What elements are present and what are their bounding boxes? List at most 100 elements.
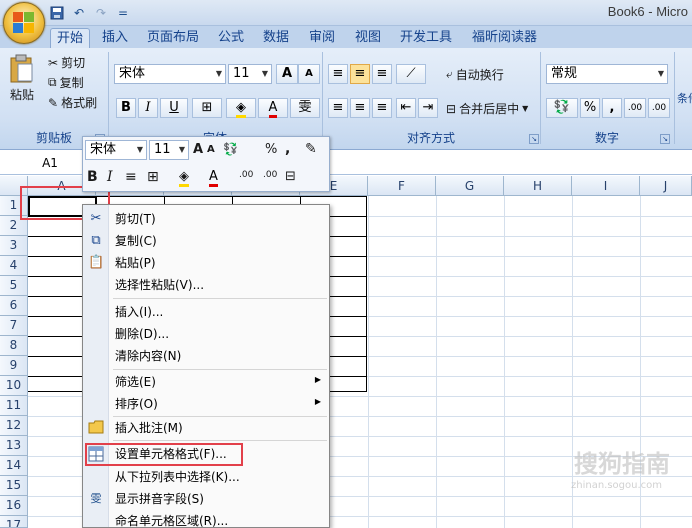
number-format-combo[interactable]: 常规 ▼ [546, 64, 668, 84]
decrease-indent-button[interactable]: ⇤ [396, 98, 416, 118]
row-header[interactable]: 15 [0, 476, 28, 496]
merge-center-button[interactable]: ⊟ 合并后居中 ▼ [446, 100, 528, 117]
align-left-button[interactable]: ≡ [328, 98, 348, 118]
column-header[interactable]: F [368, 176, 436, 196]
row-header[interactable]: 9 [0, 356, 28, 376]
align-right-button[interactable]: ≡ [372, 98, 392, 118]
tab-page-layout[interactable]: 页面布局 [141, 28, 205, 48]
row-header[interactable]: 16 [0, 496, 28, 516]
mini-currency-button[interactable]: 💱 [223, 142, 238, 156]
borders-button[interactable]: ⊞ [192, 98, 222, 118]
column-header[interactable]: I [572, 176, 640, 196]
currency-format-button[interactable]: 💱 [546, 98, 578, 118]
undo-icon[interactable]: ↶ [70, 4, 88, 22]
wrap-text-button[interactable]: ⤶ 自动换行 [446, 66, 504, 83]
tab-review[interactable]: 审阅 [303, 28, 341, 48]
tab-home[interactable]: 开始 [50, 28, 91, 48]
increase-decimal-button[interactable]: .00 [624, 98, 646, 118]
menu-item-sort[interactable]: 排序(O) ▶ [83, 393, 329, 415]
orientation-button[interactable]: ⟋ [396, 64, 426, 84]
format-painter-button[interactable]: ✎ 格式刷 [48, 94, 97, 111]
column-header[interactable]: J [640, 176, 692, 196]
comment-icon [88, 420, 104, 436]
percent-style-button[interactable]: % [580, 98, 600, 118]
increase-indent-button[interactable]: ⇥ [418, 98, 438, 118]
column-header[interactable]: G [436, 176, 504, 196]
menu-item-cut[interactable]: ✂ 剪切(T) [83, 208, 329, 230]
font-color-button[interactable]: A [258, 98, 288, 118]
mini-font-color-button[interactable]: A [209, 169, 218, 187]
menu-item-delete[interactable]: 删除(D)... [83, 323, 329, 345]
column-header[interactable]: H [504, 176, 572, 196]
decrease-decimal-button[interactable]: .00 [648, 98, 670, 118]
row-header[interactable]: 4 [0, 256, 28, 276]
tab-insert[interactable]: 插入 [96, 28, 134, 48]
conditional-format-button[interactable]: 条件 [677, 90, 692, 106]
row-header[interactable]: 14 [0, 456, 28, 476]
mini-percent-button[interactable]: % [265, 142, 277, 157]
copy-button[interactable]: ⧉ 复制 [48, 74, 84, 91]
paste-button[interactable]: 粘贴 [6, 54, 38, 103]
row-header[interactable]: 13 [0, 436, 28, 456]
mini-comma-button[interactable]: , [285, 141, 290, 157]
redo-icon[interactable]: ↷ [92, 4, 110, 22]
save-icon[interactable] [48, 4, 66, 22]
row-header[interactable]: 10 [0, 376, 28, 396]
row-header[interactable]: 17 [0, 516, 28, 528]
mini-shrink-font-button[interactable]: A [207, 144, 215, 155]
comma-style-button[interactable]: , [602, 98, 622, 118]
menu-item-filter[interactable]: 筛选(E) ▶ [83, 371, 329, 393]
mini-merge-button[interactable]: ⊟ [285, 169, 296, 184]
shrink-font-button[interactable]: A [298, 64, 320, 84]
align-middle-button[interactable]: ≡ [350, 64, 370, 84]
row-header[interactable]: 6 [0, 296, 28, 316]
bold-button[interactable]: B [116, 98, 136, 118]
cut-button[interactable]: ✂ 剪切 [48, 54, 85, 71]
row-header[interactable]: 11 [0, 396, 28, 416]
mini-font-combo[interactable]: 宋体 ▼ [85, 140, 147, 160]
menu-item-paste[interactable]: 📋 粘贴(P) [83, 252, 329, 274]
mini-format-painter-button[interactable]: ✎ [305, 141, 317, 157]
office-button[interactable] [3, 2, 45, 44]
tab-view[interactable]: 视图 [349, 28, 387, 48]
menu-item-pick-from-list[interactable]: 从下拉列表中选择(K)... [83, 466, 329, 488]
mini-decrease-decimal-button[interactable]: .00 [263, 170, 277, 180]
number-launcher-icon[interactable]: ↘ [660, 134, 670, 144]
mini-bold-button[interactable]: B [87, 169, 98, 185]
tab-data[interactable]: 数据 [257, 28, 295, 48]
tab-formulas[interactable]: 公式 [212, 28, 250, 48]
menu-item-show-phonetic[interactable]: 雯 显示拼音字段(S) [83, 488, 329, 510]
mini-borders-button[interactable]: ⊞ [147, 169, 159, 185]
tab-developer[interactable]: 开发工具 [394, 28, 458, 48]
row-header[interactable]: 3 [0, 236, 28, 256]
tab-foxit-reader[interactable]: 福昕阅读器 [466, 28, 543, 48]
mini-center-button[interactable]: ≡ [125, 169, 137, 185]
row-header[interactable]: 12 [0, 416, 28, 436]
align-center-button[interactable]: ≡ [350, 98, 370, 118]
menu-item-insert-comment[interactable]: 插入批注(M) [83, 417, 329, 439]
align-bottom-button[interactable]: ≡ [372, 64, 392, 84]
alignment-launcher-icon[interactable]: ↘ [529, 134, 539, 144]
row-header[interactable]: 5 [0, 276, 28, 296]
menu-item-define-name[interactable]: 命名单元格区域(R)... [83, 510, 329, 528]
font-size-combo[interactable]: 11 ▼ [228, 64, 272, 84]
font-name-combo[interactable]: 宋体 ▼ [114, 64, 226, 84]
grow-font-button[interactable]: A [276, 64, 298, 84]
mini-grow-font-button[interactable]: A [193, 142, 203, 157]
menu-item-clear-contents[interactable]: 清除内容(N) [83, 345, 329, 367]
fill-color-button[interactable]: ◈ [226, 98, 256, 118]
mini-italic-button[interactable]: I [107, 169, 113, 185]
menu-item-paste-special[interactable]: 选择性粘贴(V)... [83, 274, 329, 296]
row-header[interactable]: 8 [0, 336, 28, 356]
menu-item-copy[interactable]: ⧉ 复制(C) [83, 230, 329, 252]
italic-button[interactable]: I [138, 98, 158, 118]
row-header[interactable]: 7 [0, 316, 28, 336]
mini-size-combo[interactable]: 11 ▼ [149, 140, 189, 160]
align-top-button[interactable]: ≡ [328, 64, 348, 84]
underline-button[interactable]: U [160, 98, 188, 118]
qat-customize-icon[interactable]: = [114, 4, 132, 22]
menu-item-insert[interactable]: 插入(I)... [83, 301, 329, 323]
mini-fill-color-button[interactable]: ◈ [179, 169, 189, 187]
mini-increase-decimal-button[interactable]: .00 [239, 170, 253, 180]
phonetic-button[interactable]: 雯 [290, 98, 320, 118]
